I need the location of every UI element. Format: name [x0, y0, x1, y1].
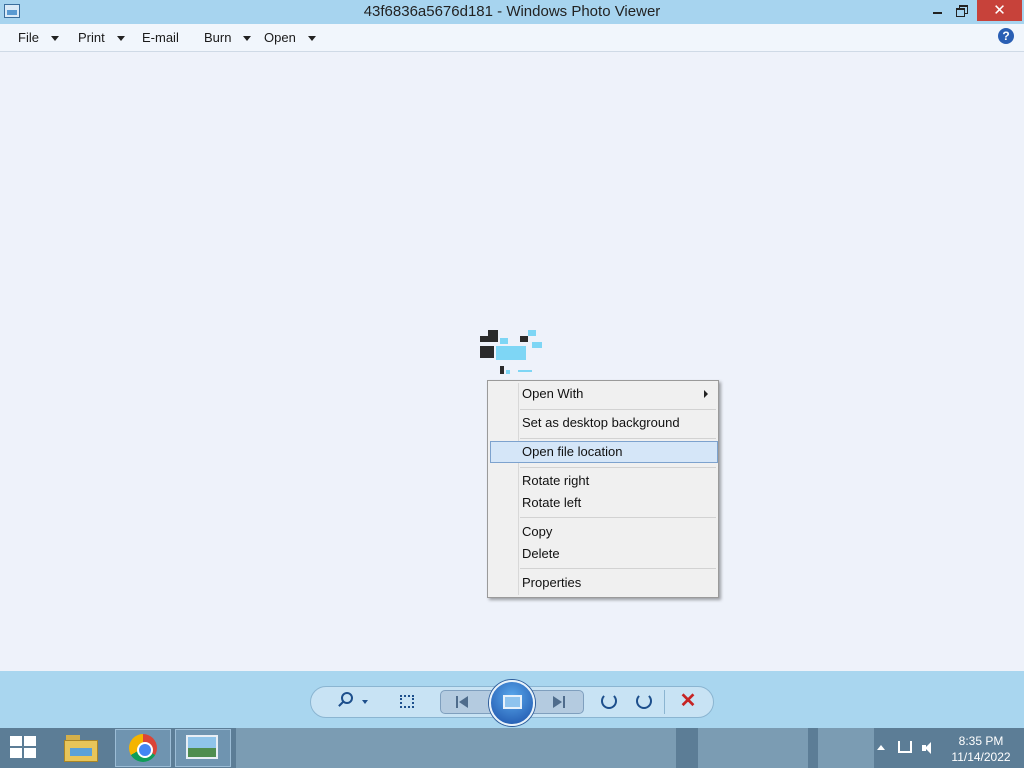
- menu-file[interactable]: File: [18, 30, 59, 45]
- menu-separator: [520, 438, 716, 439]
- context-item-label: Copy: [522, 524, 553, 539]
- menu-bar: File Print E-mail Burn Open: [0, 24, 1024, 52]
- photo-pixel: [520, 336, 528, 342]
- fit-to-window-icon[interactable]: [400, 695, 414, 708]
- menu-open-label: Open: [264, 30, 296, 45]
- context-item-copy[interactable]: Copy: [490, 521, 718, 543]
- photo-pixel: [480, 346, 494, 358]
- menu-print[interactable]: Print: [78, 30, 125, 45]
- menu-separator: [520, 568, 716, 569]
- menu-print-label: Print: [78, 30, 105, 45]
- chevron-down-icon[interactable]: [362, 700, 368, 704]
- menu-burn-label: Burn: [204, 30, 232, 45]
- taskbar-background-pattern: [236, 728, 676, 768]
- context-item-label: Properties: [522, 575, 582, 590]
- slideshow-button[interactable]: [489, 680, 535, 726]
- folder-band: [70, 748, 92, 756]
- context-item-set-desktop-background[interactable]: Set as desktop background: [490, 412, 718, 434]
- photo-pixel: [500, 366, 504, 374]
- previous-icon[interactable]: [456, 696, 470, 708]
- network-icon[interactable]: [898, 741, 912, 753]
- rotate-left-icon[interactable]: [601, 693, 617, 709]
- help-icon[interactable]: ?: [998, 28, 1014, 44]
- photo-pixel: [518, 370, 532, 372]
- menu-separator: [520, 467, 716, 468]
- start-tile: [24, 748, 36, 758]
- context-item-delete[interactable]: Delete: [490, 543, 718, 565]
- photo-viewer-icon[interactable]: [186, 735, 218, 759]
- taskbar-clock[interactable]: 8:35 PM 11/14/2022: [944, 733, 1018, 765]
- photo-pixel: [532, 342, 542, 348]
- minimize-icon[interactable]: [926, 0, 950, 21]
- clock-date: 11/14/2022: [951, 750, 1011, 764]
- zoom-icon[interactable]: [338, 692, 354, 708]
- photo-pixel: [528, 330, 536, 336]
- file-explorer-icon[interactable]: [64, 734, 98, 762]
- context-item-rotate-left[interactable]: Rotate left: [490, 492, 718, 514]
- displayed-photo[interactable]: [480, 328, 544, 380]
- context-item-label: Delete: [522, 546, 560, 561]
- volume-icon[interactable]: [922, 742, 936, 754]
- start-tile: [10, 736, 22, 746]
- chevron-down-icon: [116, 36, 125, 42]
- chevron-down-icon: [243, 36, 252, 42]
- menu-separator: [520, 517, 716, 518]
- menu-file-label: File: [18, 30, 39, 45]
- window-title: 43f6836a5676d181 - Windows Photo Viewer: [363, 3, 661, 20]
- delete-icon[interactable]: ✕: [678, 691, 698, 711]
- start-tile: [24, 736, 36, 746]
- context-item-label: Rotate left: [522, 495, 582, 510]
- photo-pixel: [506, 370, 510, 374]
- rotate-right-icon[interactable]: [636, 693, 652, 709]
- taskbar-background-pattern: [818, 728, 874, 768]
- menu-open[interactable]: Open: [264, 30, 316, 45]
- context-item-open-with[interactable]: Open With: [490, 383, 718, 405]
- menu-burn[interactable]: Burn: [204, 30, 252, 45]
- windows-start-icon[interactable]: [10, 736, 38, 760]
- context-item-label: Open With: [522, 386, 584, 401]
- close-icon[interactable]: ✕: [977, 0, 1022, 21]
- photo-pixel: [496, 346, 526, 360]
- context-item-rotate-right[interactable]: Rotate right: [490, 470, 718, 492]
- menu-separator: [520, 409, 716, 410]
- context-item-open-file-location[interactable]: Open file location: [490, 441, 718, 463]
- slideshow-icon: [503, 695, 522, 709]
- context-item-label: Rotate right: [522, 473, 590, 488]
- chevron-down-icon: [307, 36, 316, 42]
- context-item-label: Open file location: [522, 444, 623, 459]
- context-item-properties[interactable]: Properties: [490, 572, 718, 594]
- photo-pixel: [500, 338, 508, 344]
- taskbar-background-pattern: [698, 728, 808, 768]
- show-hidden-icons-icon[interactable]: [877, 745, 885, 750]
- chevron-down-icon: [50, 36, 59, 42]
- title-bar: 43f6836a5676d181 - Windows Photo Viewer …: [0, 0, 1024, 24]
- next-icon[interactable]: [553, 696, 567, 708]
- start-tile: [10, 748, 22, 758]
- chevron-right-icon: [704, 390, 708, 398]
- chrome-icon[interactable]: [129, 734, 157, 762]
- context-menu: Open With Set as desktop background Open…: [487, 380, 719, 598]
- menu-email-label: E-mail: [142, 30, 179, 45]
- context-item-label: Set as desktop background: [522, 415, 680, 430]
- control-divider: [664, 690, 665, 714]
- photo-pixel: [480, 336, 498, 342]
- maximize-icon[interactable]: [950, 0, 974, 21]
- menu-email[interactable]: E-mail: [142, 30, 179, 45]
- clock-time: 8:35 PM: [958, 734, 1004, 748]
- zoom-handle: [338, 701, 344, 707]
